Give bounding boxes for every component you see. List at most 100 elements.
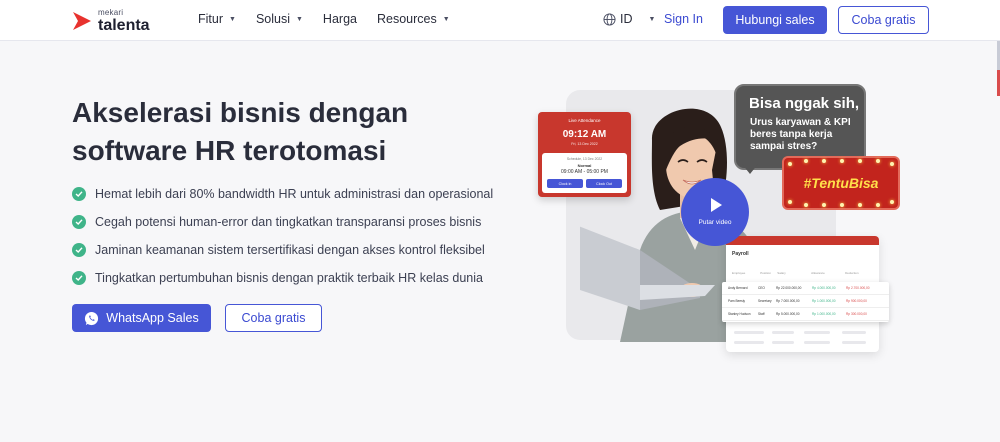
nav-harga[interactable]: Harga (323, 12, 357, 26)
feature-item: Tingkatkan pertumbuhan bisnis dengan pra… (72, 264, 493, 292)
attendance-heading: Live Attendance (568, 118, 601, 123)
marquee-bulb (788, 200, 792, 204)
caret-down-icon: ▼ (442, 15, 450, 23)
feature-item: Cegah potensi human-error dan tingkatkan… (72, 208, 493, 236)
clock-in-button: Clock in (547, 179, 583, 188)
allowance-cell: Rp 1.000.000,00 (812, 312, 836, 316)
whatsapp-sales-button[interactable]: WhatsApp Sales (72, 304, 211, 332)
globe-icon (603, 12, 616, 26)
feature-text: Hemat lebih dari 80% bandwidth HR untuk … (95, 187, 494, 201)
marquee-bulb (840, 203, 844, 207)
mekari-talenta-logo[interactable]: mekari talenta (72, 8, 150, 34)
language-label: ID (620, 12, 633, 26)
attendance-schedule-panel: Schedule, 13 Dec 2022 Normal 09:00 AM - … (542, 153, 627, 193)
top-navbar: mekari talenta Fitur ▼ Solusi ▼ Harga Re… (0, 0, 1000, 41)
attendance-date: Fri, 13 Dec 2022 (571, 142, 598, 146)
table-row: Stanley Hudson Staff Rp 5.000.000,00 Rp … (722, 308, 889, 321)
check-circle-icon (72, 215, 86, 229)
marquee-bulb (876, 159, 880, 163)
position-cell: Staff (758, 312, 765, 316)
bubble-heading: Bisa nggak sih, (749, 95, 860, 112)
feature-text: Tingkatkan pertumbuhan bisnis dengan pra… (95, 271, 483, 285)
check-circle-icon (72, 271, 86, 285)
placeholder-line (734, 331, 764, 334)
nav-solusi-label: Solusi (255, 12, 290, 26)
sign-in-link[interactable]: Sign In (664, 12, 703, 26)
placeholder-line (772, 341, 794, 344)
feature-item: Hemat lebih dari 80% bandwidth HR untuk … (72, 180, 493, 208)
allowance-cell: Rp 1.000.000,00 (812, 299, 836, 303)
tentubisa-banner: #TentuBisa (784, 158, 898, 208)
employee-cell: Stanley Hudson (728, 312, 751, 316)
salary-cell: Rp 5.000.000,00 (776, 312, 800, 316)
marquee-bulb (804, 159, 808, 163)
check-circle-icon (72, 243, 86, 257)
payroll-column-header: Employee (732, 271, 746, 275)
nav-harga-label: Harga (322, 12, 357, 26)
payroll-header-row: Employee Position Salary Allowance Deduc… (732, 271, 879, 275)
payroll-column-header: Position (760, 271, 771, 275)
logo-arrow-icon (72, 11, 92, 31)
marquee-bulb (788, 162, 792, 166)
play-icon (711, 198, 722, 212)
table-row: Andy Bernard CEO Rp 22.000.000,00 Rp 4.0… (722, 282, 889, 295)
whatsapp-sales-label: WhatsApp Sales (106, 311, 199, 325)
deduction-cell: Rp 300.000,00 (846, 312, 867, 316)
payroll-top-bar (726, 236, 879, 245)
nav-resources[interactable]: Resources ▼ (377, 12, 450, 26)
marquee-bulb (840, 159, 844, 163)
main-nav: Fitur ▼ Solusi ▼ Harga Resources ▼ (198, 12, 450, 26)
live-attendance-card: Live Attendance 09:12 AM Fri, 13 Dec 202… (538, 112, 631, 197)
caret-down-icon: ▼ (229, 15, 236, 23)
feature-item: Jaminan keamanan sistem tersertifikasi d… (72, 236, 493, 264)
placeholder-line (842, 331, 866, 334)
nav-fitur-label: Fitur (198, 12, 223, 26)
logo-big-text: talenta (98, 16, 150, 34)
feature-text: Jaminan keamanan sistem tersertifikasi d… (95, 243, 485, 257)
banner-text: #TentuBisa (803, 175, 879, 191)
payroll-column-header: Deduction (845, 271, 859, 275)
salary-cell: Rp 22.000.000,00 (776, 286, 802, 290)
attendance-time: 09:12 AM (562, 129, 607, 140)
position-cell: Secretary (758, 299, 772, 303)
nav-resources-label: Resources (376, 12, 437, 26)
marquee-bulb (822, 203, 826, 207)
caret-down-icon: ▼ (648, 15, 656, 23)
feature-text: Cegah potensi human-error dan tingkatkan… (95, 215, 482, 229)
caret-down-icon: ▼ (295, 15, 303, 23)
employee-cell: Pam Beesly (728, 299, 746, 303)
attendance-schedule: Schedule, 13 Dec 2022 (566, 157, 603, 161)
nav-fitur[interactable]: Fitur ▼ (198, 12, 236, 26)
marquee-bulb (804, 203, 808, 207)
attendance-shift: Normal (577, 163, 592, 168)
table-row: Pam Beesly Secretary Rp 7.000.000,00 Rp … (722, 295, 889, 308)
speech-bubble-tail (742, 164, 758, 174)
allowance-cell: Rp 4.000.000,00 (812, 286, 836, 290)
placeholder-line (772, 331, 794, 334)
hero-title: Akselerasi bisnis dengan software HR ter… (72, 97, 409, 166)
deduction-cell: Rp 2.700.000,00 (846, 286, 870, 290)
placeholder-line (734, 341, 764, 344)
play-video-button[interactable]: Putar video (681, 178, 749, 246)
marquee-bulb (858, 203, 862, 207)
payroll-column-header: Salary (777, 271, 786, 275)
contact-sales-button[interactable]: Hubungi sales (723, 6, 827, 34)
language-selector[interactable]: ID ▼ (603, 12, 655, 26)
marquee-bulb (822, 159, 826, 163)
nav-solusi[interactable]: Solusi ▼ (256, 12, 303, 26)
check-circle-icon (72, 187, 86, 201)
try-free-button[interactable]: Coba gratis (838, 6, 929, 34)
employee-cell: Andy Bernard (728, 286, 748, 290)
play-video-label: Putar video (698, 219, 732, 226)
marquee-bulb (890, 162, 894, 166)
deduction-cell: Rp 900.000,00 (846, 299, 867, 303)
page: mekari talenta Fitur ▼ Solusi ▼ Harga Re… (0, 0, 1000, 442)
marquee-bulb (890, 200, 894, 204)
marquee-bulb (876, 203, 880, 207)
placeholder-line (804, 341, 830, 344)
placeholder-line (842, 341, 866, 344)
payroll-table: Andy Bernard CEO Rp 22.000.000,00 Rp 4.0… (722, 282, 889, 322)
bubble-text: Urus karyawan & KPI beres tanpa kerja sa… (750, 117, 851, 152)
hero-try-free-button[interactable]: Coba gratis (225, 304, 322, 332)
position-cell: CEO (758, 286, 765, 290)
